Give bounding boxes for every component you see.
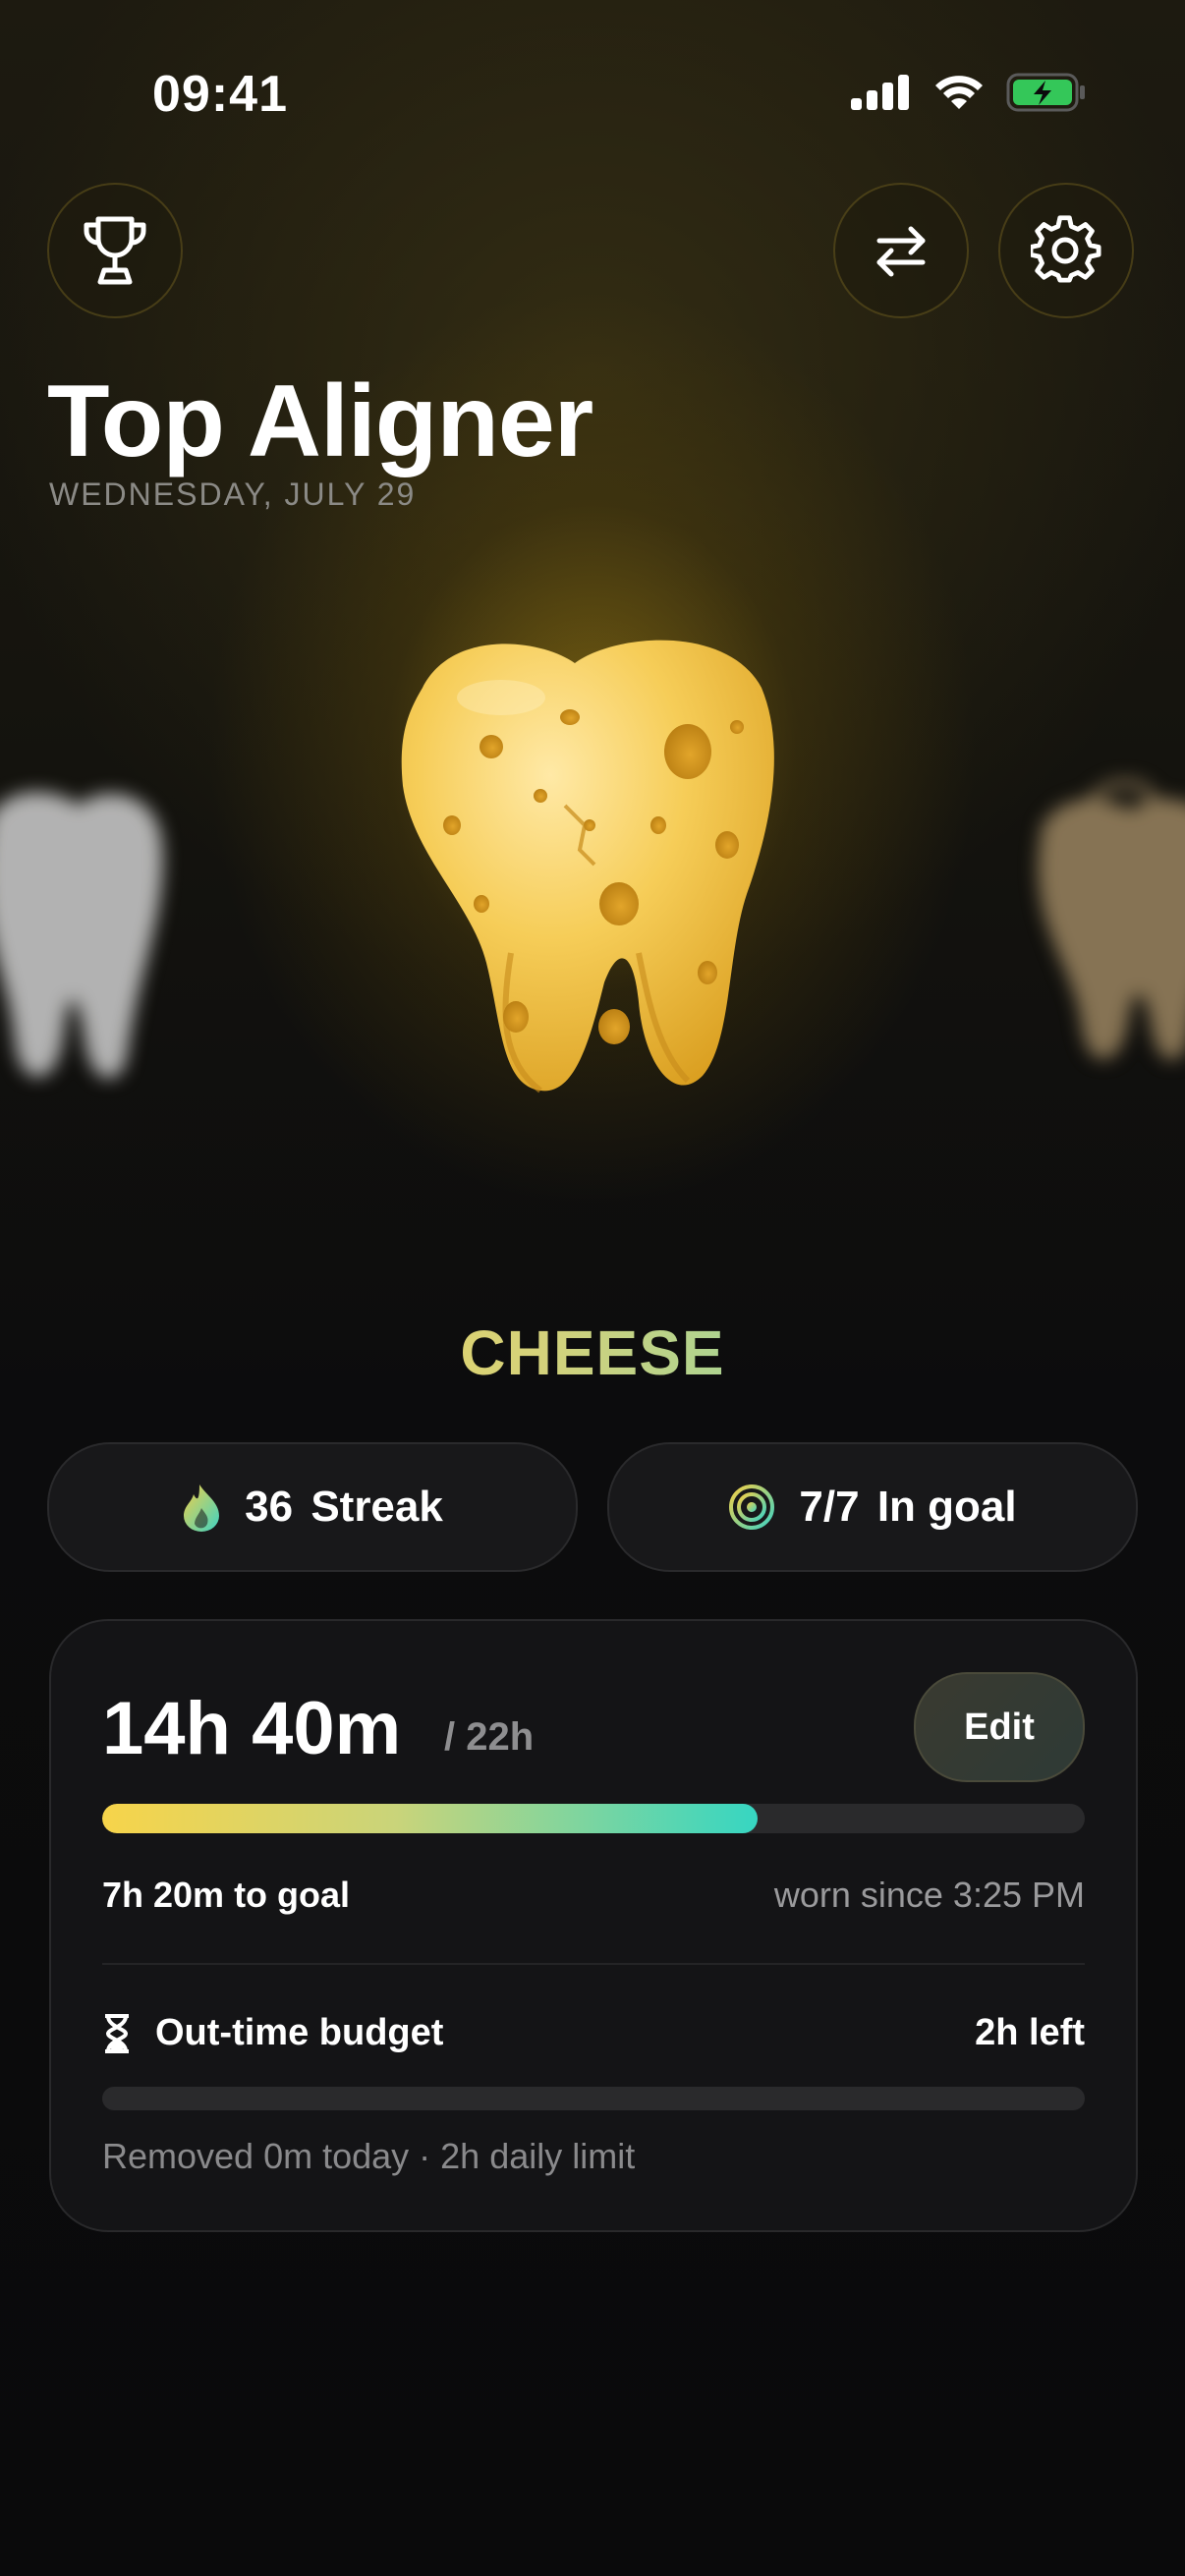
- daily-goal: / 22h: [444, 1715, 535, 1759]
- budget-remaining: 2h left: [975, 2012, 1085, 2053]
- out-time-budget: Out-time budget: [102, 2012, 443, 2054]
- achievements-button[interactable]: [47, 183, 183, 318]
- wifi-icon: [935, 76, 983, 109]
- status-icons: [851, 73, 1087, 112]
- wear-time-card: 14h 40m / 22h Edit 7h 20m to goal worn s…: [49, 1619, 1138, 2232]
- page-title: Top Aligner: [47, 364, 593, 478]
- switch-aligner-button[interactable]: [833, 183, 969, 318]
- streak-label: Streak: [310, 1483, 443, 1531]
- wear-progress-bar: [102, 1804, 1085, 1833]
- goal-value: 7/7: [799, 1483, 860, 1531]
- swap-arrows-icon: [876, 226, 926, 277]
- previous-tooth-thumbnail[interactable]: [0, 776, 177, 1100]
- page-date: WEDNESDAY, JULY 29: [49, 476, 417, 512]
- worn-time: 14h 40m: [102, 1687, 402, 1770]
- next-tooth-thumbnail[interactable]: [1018, 776, 1185, 1081]
- card-divider: [102, 1963, 1085, 1965]
- goal-label: In goal: [876, 1483, 1017, 1531]
- hourglass-icon: [105, 2013, 129, 2053]
- streak-value: 36: [245, 1483, 294, 1531]
- time-to-goal: 7h 20m to goal: [102, 1875, 351, 1915]
- home-screen: 09:41 Top Aligner WEDNESDAY, JULY 29 CHE…: [0, 0, 1185, 2576]
- streak-pill[interactable]: 36 Streak: [47, 1442, 578, 1572]
- budget-progress-bar: [102, 2087, 1085, 2110]
- tooth-style-name: CHEESE: [0, 1316, 1185, 1389]
- budget-label: Out-time budget: [155, 2012, 444, 2053]
- trophy-icon: [84, 216, 146, 285]
- cellular-signal-icon: [851, 75, 909, 110]
- flame-icon: [184, 1484, 220, 1532]
- battery-charging-icon: [1006, 73, 1085, 112]
- target-icon: [729, 1484, 775, 1530]
- goal-pill[interactable]: 7/7 In goal: [607, 1442, 1138, 1572]
- cheese-tooth-image: [401, 640, 774, 1093]
- gear-icon: [1031, 215, 1101, 283]
- status-time: 09:41: [152, 66, 288, 123]
- wear-progress-fill: [102, 1804, 758, 1833]
- worn-since: worn since 3:25 PM: [773, 1875, 1085, 1915]
- edit-button[interactable]: Edit: [914, 1672, 1085, 1782]
- budget-note: Removed 0m today · 2h daily limit: [102, 2136, 636, 2176]
- settings-button[interactable]: [998, 183, 1134, 318]
